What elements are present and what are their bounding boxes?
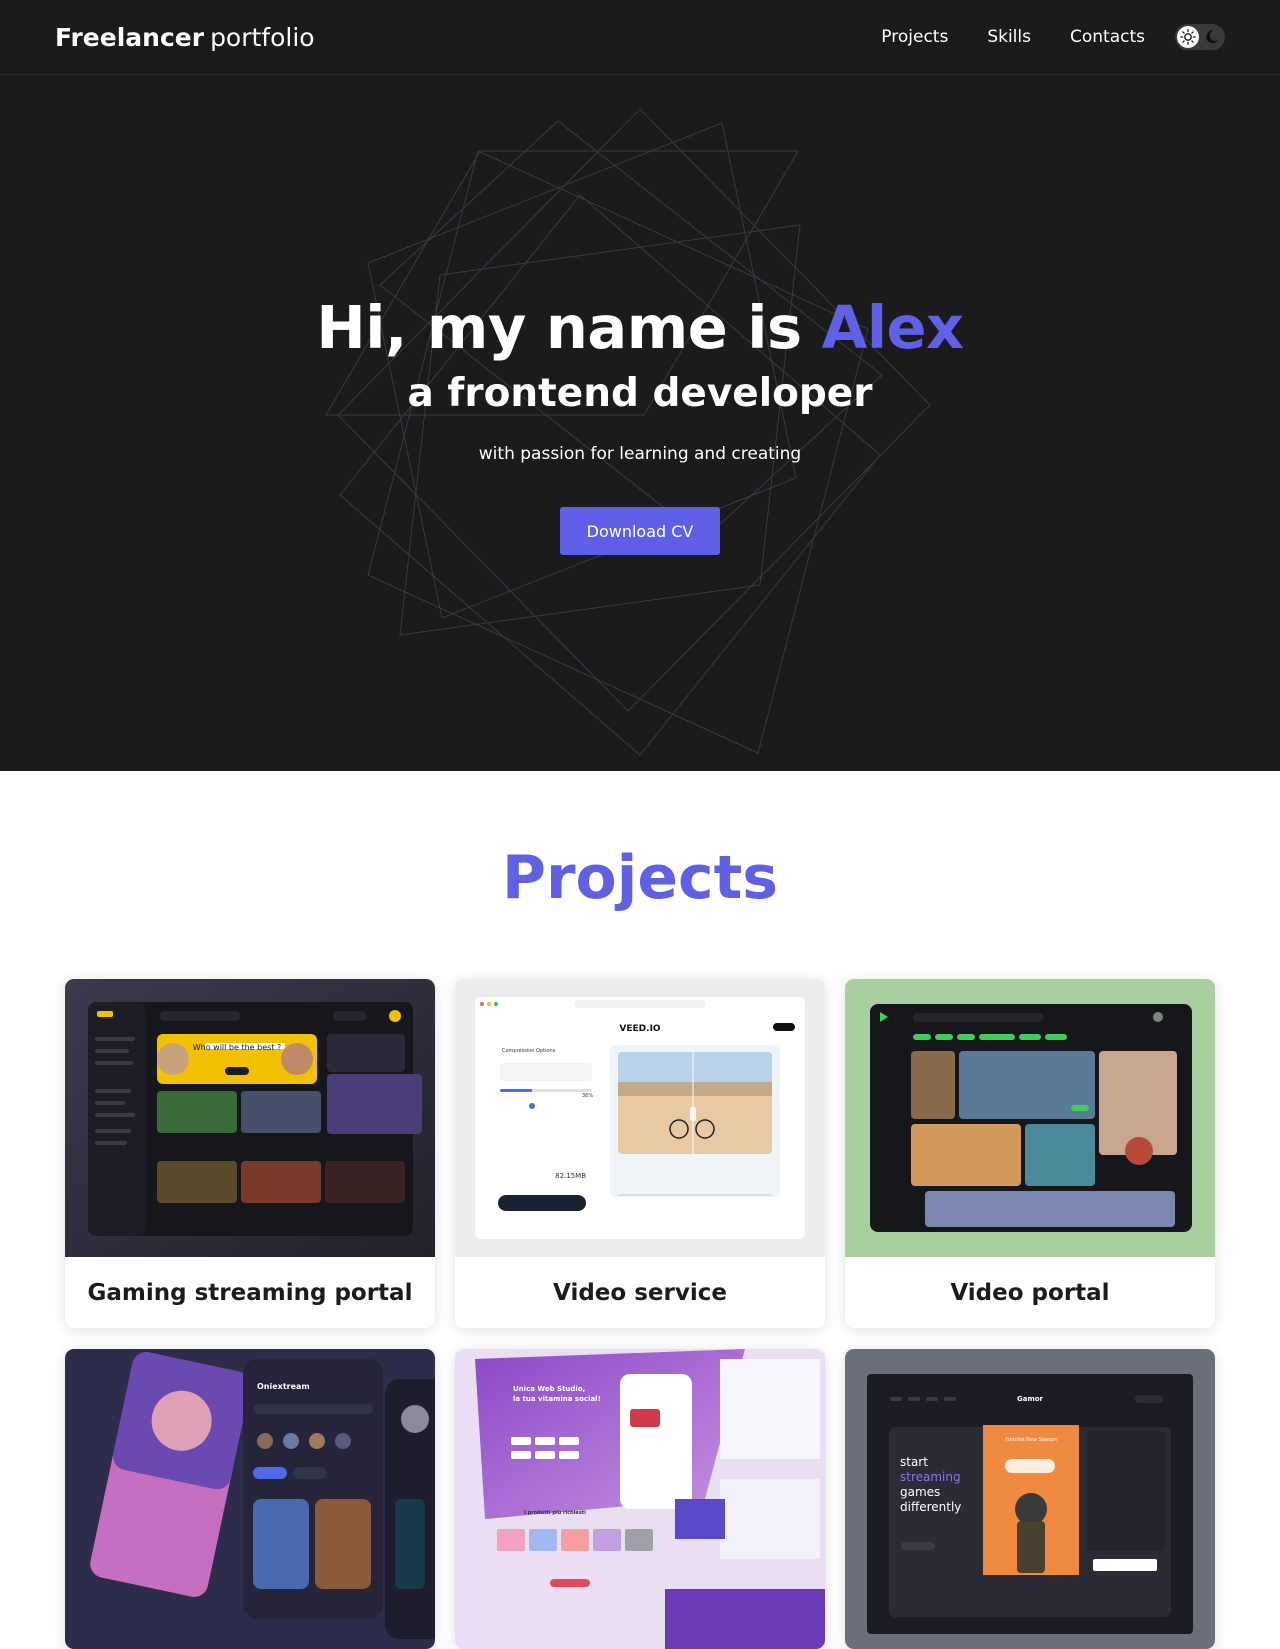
hero-section: Hi, my name is Alex a frontend developer…: [0, 75, 1280, 771]
veed-percent: 36%: [582, 1093, 593, 1099]
project-thumbnail: Unica Web Studio, la tua vitamina social…: [455, 1349, 825, 1649]
oniex-title: Oniextream: [257, 1382, 310, 1391]
project-card-video-portal[interactable]: Video portal: [845, 979, 1215, 1328]
project-card-gaming[interactable]: Who will be the best ? Gaming streaming …: [65, 979, 435, 1328]
projects-heading: Projects: [501, 843, 778, 913]
unica-title: Unica Web Studio,: [513, 1385, 585, 1393]
gamor-headline-1: start: [900, 1455, 928, 1469]
veed-panel-title: Compression Options: [502, 1048, 556, 1054]
hero-subtitle: a frontend developer: [407, 371, 873, 416]
gamor-logo: Gamor: [1017, 1395, 1044, 1403]
project-card-title: Gaming streaming portal: [87, 1279, 413, 1306]
hero-title-prefix: Hi, my name is: [316, 293, 802, 362]
download-cv-button[interactable]: Download CV: [560, 507, 720, 555]
brand-logo[interactable]: Freelancer portfolio: [55, 23, 315, 52]
project-thumbnail: Gamor start streaming games differently …: [845, 1349, 1215, 1649]
theme-toggle[interactable]: [1175, 24, 1225, 50]
project-card-title: Video portal: [950, 1279, 1110, 1306]
project-thumbnail: Oniextream: [65, 1349, 435, 1649]
hero-tagline: with passion for learning and creating: [478, 444, 802, 464]
gamor-headline-2: streaming: [900, 1470, 961, 1484]
hero-title: Hi, my name is Alex: [0, 293, 1280, 362]
hero-decorative-lines: [325, 108, 931, 756]
gamor-headline-3: games: [900, 1485, 940, 1499]
site-header: Freelancer portfolio Projects Skills Con…: [0, 0, 1280, 75]
project-card-video-service[interactable]: VEED.IO Compression Options 36% 82.15MB …: [455, 979, 825, 1328]
gamor-headline-4: differently: [900, 1500, 961, 1514]
veed-size: 82.15MB: [555, 1172, 586, 1180]
sun-icon: [1177, 26, 1199, 48]
hero-name: Alex: [821, 293, 964, 362]
project-card-gamor[interactable]: Gamor start streaming games differently …: [845, 1349, 1215, 1649]
brand-suffix: portfolio: [210, 22, 315, 52]
veed-logo: VEED.IO: [619, 1024, 660, 1034]
nav-projects[interactable]: Projects: [881, 27, 948, 47]
unica-subtitle: la tua vitamina social!: [513, 1395, 601, 1403]
gamor-banner: Fortnite New Season: [1005, 1437, 1057, 1443]
project-card-title: Video service: [553, 1279, 727, 1306]
gaming-banner-text: Who will be the best ?: [193, 1043, 281, 1052]
brand-name: Freelancer: [55, 22, 205, 52]
unica-products-heading: I prodotti più richiesti: [524, 1509, 586, 1516]
project-thumbnail: Who will be the best ?: [65, 979, 435, 1257]
moon-icon: [1201, 26, 1223, 48]
project-thumbnail: [845, 979, 1215, 1257]
nav-skills[interactable]: Skills: [987, 27, 1031, 47]
project-card-unica[interactable]: Unica Web Studio, la tua vitamina social…: [455, 1349, 825, 1649]
nav-contacts[interactable]: Contacts: [1070, 27, 1145, 47]
project-card-oniextream[interactable]: Oniextream: [65, 1349, 435, 1649]
project-thumbnail: VEED.IO Compression Options 36% 82.15MB: [455, 979, 825, 1257]
main-nav: Projects Skills Contacts: [842, 24, 1225, 50]
